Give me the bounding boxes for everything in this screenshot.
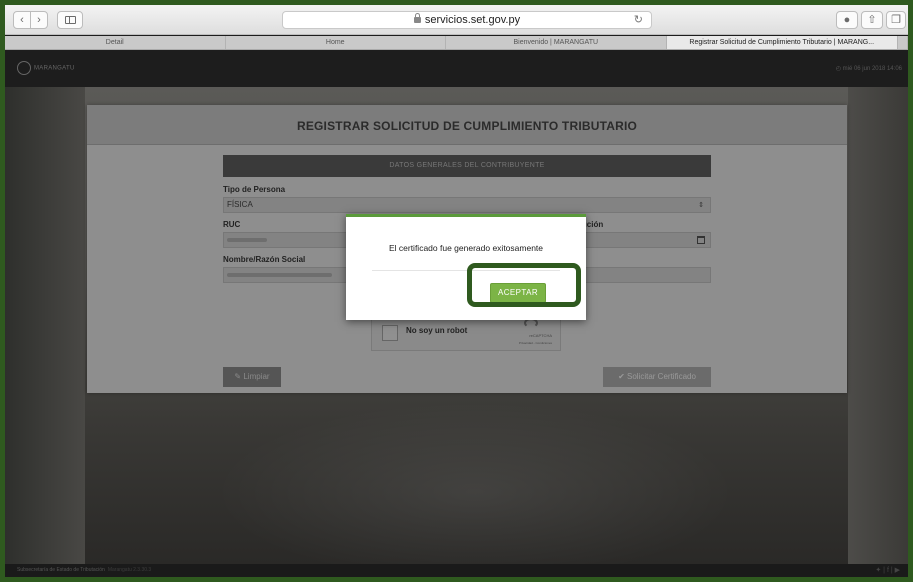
clear-label: Limpiar	[243, 372, 270, 381]
downloads-button[interactable]: ●	[836, 11, 858, 29]
site-header: MARANGATU ◴ mié 06 jun 2018 14:06	[5, 50, 908, 87]
accept-highlight-ring	[467, 263, 581, 307]
social-links: ✦ | f | ▶	[875, 567, 900, 574]
nombre-label: Nombre/Razón Social	[223, 255, 306, 264]
tab-registrar-solicitud[interactable]: Registrar Solicitud de Cumplimiento Trib…	[666, 36, 898, 49]
chevron-left-icon: ‹	[20, 14, 24, 26]
header-date: ◴ mié 06 jun 2018 14:06	[835, 66, 902, 72]
footer-text: Subsecretaría de Estado de Tributación Ma…	[17, 567, 151, 573]
brand-name: MARANGATU	[34, 65, 75, 72]
tab-bienvenido[interactable]: Bienvenido | MARANGATU	[446, 36, 667, 49]
ruc-value-blurred	[227, 237, 267, 242]
tipo-persona-value: FÍSICA	[227, 200, 253, 209]
show-tabs-button[interactable]: ❐	[886, 11, 906, 29]
site-footer: Subsecretaría de Estado de Tributación Ma…	[5, 564, 908, 577]
tabs-icon: ❐	[891, 14, 901, 26]
reload-icon[interactable]: ↻	[634, 12, 643, 28]
request-label: Solicitar Certificado	[627, 372, 696, 381]
facebook-icon[interactable]: f	[887, 567, 889, 574]
background-shade-right	[848, 87, 908, 564]
share-icon: ⇧	[867, 14, 877, 26]
fecha-constitucion-input[interactable]	[581, 232, 711, 248]
browser-window: ‹ › servicios.set.gov.py ↻ ● ⇧ ❐ Detail …	[5, 5, 908, 577]
footer-version: Marangatu 2.3.30.3	[107, 567, 152, 573]
tipo-persona-label: Tipo de Persona	[223, 185, 286, 194]
select-arrows-icon: ⇕	[698, 202, 704, 209]
nombre-value-blurred	[227, 272, 332, 277]
page-title: REGISTRAR SOLICITUD DE CUMPLIMIENTO TRIB…	[296, 119, 638, 133]
section-header: DATOS GENERALES DEL CONTRIBUYENTE	[223, 155, 711, 177]
url-text: servicios.set.gov.py	[424, 14, 521, 26]
recaptcha-text: No soy un robot	[406, 326, 468, 335]
download-icon: ●	[843, 14, 851, 26]
brand[interactable]: MARANGATU	[17, 61, 75, 75]
recaptcha-terms[interactable]: Privacidad - Condiciones	[519, 341, 552, 345]
back-button[interactable]: ‹	[13, 11, 31, 29]
calendar-icon[interactable]	[697, 236, 705, 244]
sidebar-icon	[65, 16, 76, 24]
new-tab-button[interactable]	[898, 36, 908, 49]
secondary-input[interactable]	[581, 267, 711, 283]
twitter-icon[interactable]: ✦	[875, 567, 881, 574]
recaptcha-brand: reCAPTCHA	[529, 333, 552, 338]
forward-button[interactable]: ›	[30, 11, 48, 29]
ruc-input[interactable]	[223, 232, 347, 248]
sidebar-toggle-button[interactable]	[57, 11, 83, 29]
background-shade-left	[5, 87, 85, 564]
tipo-persona-select[interactable]: FÍSICA ⇕	[223, 197, 711, 213]
address-bar[interactable]: servicios.set.gov.py ↻	[282, 11, 652, 29]
card-title-bar: REGISTRAR SOLICITUD DE CUMPLIMIENTO TRIB…	[87, 105, 847, 145]
tab-detail[interactable]: Detail	[5, 36, 226, 49]
chevron-right-icon: ›	[37, 14, 41, 26]
tab-home[interactable]: Home	[226, 36, 446, 49]
clear-button[interactable]: ✎ Limpiar	[223, 367, 281, 387]
ruc-label: RUC	[223, 220, 241, 229]
recaptcha-checkbox[interactable]	[382, 325, 398, 341]
lock-icon	[413, 13, 421, 23]
check-icon: ✔	[618, 372, 625, 381]
browser-toolbar: ‹ › servicios.set.gov.py ↻ ● ⇧ ❐	[5, 5, 908, 35]
date-text: mié 06 jun 2018 14:06	[842, 66, 902, 72]
youtube-icon[interactable]: ▶	[895, 567, 900, 574]
share-button[interactable]: ⇧	[861, 11, 883, 29]
nombre-input[interactable]	[223, 267, 347, 283]
eraser-icon: ✎	[234, 372, 242, 381]
footer-org: Subsecretaría de Estado de Tributación	[17, 567, 105, 573]
dialog-message: El certificado fue generado exitosamente	[388, 243, 544, 253]
tab-bar: Detail Home Bienvenido | MARANGATU Regis…	[5, 36, 908, 50]
request-certificate-button[interactable]: ✔ Solicitar Certificado	[603, 367, 711, 387]
marangatu-logo-icon	[17, 61, 31, 75]
